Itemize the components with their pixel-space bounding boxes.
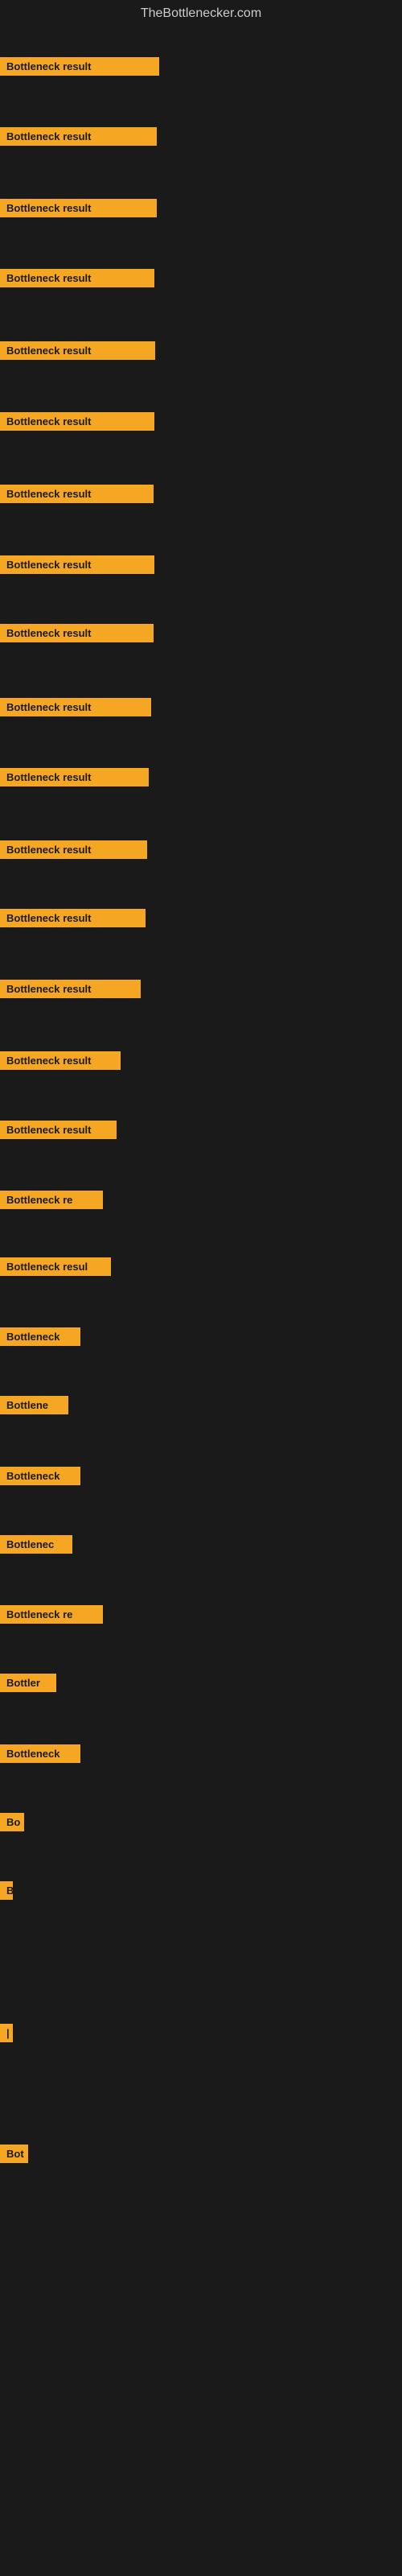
bottleneck-item-25: Bottleneck: [0, 1744, 80, 1767]
bottleneck-item-16: Bottleneck result: [0, 1121, 117, 1143]
bottleneck-item-7: Bottleneck result: [0, 485, 154, 507]
bottleneck-item-13: Bottleneck result: [0, 909, 146, 931]
bottleneck-item-5: Bottleneck result: [0, 341, 155, 364]
bottleneck-item-29: Bot: [0, 2145, 28, 2167]
bottleneck-label-17[interactable]: Bottleneck re: [0, 1191, 103, 1209]
bottleneck-label-4[interactable]: Bottleneck result: [0, 269, 154, 287]
bottleneck-item-3: Bottleneck result: [0, 199, 157, 221]
bottleneck-label-25[interactable]: Bottleneck: [0, 1744, 80, 1763]
bottleneck-item-24: Bottler: [0, 1674, 56, 1696]
bottleneck-label-22[interactable]: Bottlenec: [0, 1535, 72, 1554]
bottleneck-label-13[interactable]: Bottleneck result: [0, 909, 146, 927]
bottleneck-label-18[interactable]: Bottleneck resul: [0, 1257, 111, 1276]
bottleneck-item-9: Bottleneck result: [0, 624, 154, 646]
site-title: TheBottlenecker.com: [0, 0, 402, 27]
bottleneck-label-2[interactable]: Bottleneck result: [0, 127, 157, 146]
bottleneck-item-27: B: [0, 1881, 13, 1904]
bottleneck-item-4: Bottleneck result: [0, 269, 154, 291]
bottleneck-item-8: Bottleneck result: [0, 555, 154, 578]
bottleneck-label-1[interactable]: Bottleneck result: [0, 57, 159, 76]
bottleneck-item-6: Bottleneck result: [0, 412, 154, 435]
bottleneck-label-9[interactable]: Bottleneck result: [0, 624, 154, 642]
bottleneck-label-10[interactable]: Bottleneck result: [0, 698, 151, 716]
bottleneck-label-12[interactable]: Bottleneck result: [0, 840, 147, 859]
bottleneck-item-19: Bottleneck: [0, 1327, 80, 1350]
bottleneck-label-20[interactable]: Bottlene: [0, 1396, 68, 1414]
bottleneck-item-11: Bottleneck result: [0, 768, 149, 791]
bottleneck-label-26[interactable]: Bo: [0, 1813, 24, 1831]
bottleneck-label-16[interactable]: Bottleneck result: [0, 1121, 117, 1139]
bottleneck-item-28: |: [0, 2024, 13, 2046]
bottleneck-item-2: Bottleneck result: [0, 127, 157, 150]
bottleneck-item-1: Bottleneck result: [0, 57, 159, 80]
bottleneck-label-29[interactable]: Bot: [0, 2145, 28, 2163]
bottleneck-label-14[interactable]: Bottleneck result: [0, 980, 141, 998]
bottleneck-item-10: Bottleneck result: [0, 698, 151, 720]
bottleneck-label-8[interactable]: Bottleneck result: [0, 555, 154, 574]
bottleneck-label-27[interactable]: B: [0, 1881, 13, 1900]
bottleneck-item-12: Bottleneck result: [0, 840, 147, 863]
bottleneck-label-7[interactable]: Bottleneck result: [0, 485, 154, 503]
bottleneck-label-21[interactable]: Bottleneck: [0, 1467, 80, 1485]
bottleneck-item-26: Bo: [0, 1813, 24, 1835]
bottleneck-item-23: Bottleneck re: [0, 1605, 103, 1628]
bottleneck-label-28[interactable]: |: [0, 2024, 13, 2042]
bottleneck-item-15: Bottleneck result: [0, 1051, 121, 1074]
bottleneck-label-3[interactable]: Bottleneck result: [0, 199, 157, 217]
bottleneck-item-22: Bottlenec: [0, 1535, 72, 1558]
bottleneck-item-18: Bottleneck resul: [0, 1257, 111, 1280]
bottleneck-item-21: Bottleneck: [0, 1467, 80, 1489]
bottleneck-label-11[interactable]: Bottleneck result: [0, 768, 149, 786]
bottleneck-label-5[interactable]: Bottleneck result: [0, 341, 155, 360]
bottleneck-label-19[interactable]: Bottleneck: [0, 1327, 80, 1346]
bottleneck-label-15[interactable]: Bottleneck result: [0, 1051, 121, 1070]
bottleneck-label-24[interactable]: Bottler: [0, 1674, 56, 1692]
bottleneck-item-20: Bottlene: [0, 1396, 68, 1418]
bottleneck-label-23[interactable]: Bottleneck re: [0, 1605, 103, 1624]
bottleneck-label-6[interactable]: Bottleneck result: [0, 412, 154, 431]
bottleneck-item-17: Bottleneck re: [0, 1191, 103, 1213]
bottleneck-item-14: Bottleneck result: [0, 980, 141, 1002]
